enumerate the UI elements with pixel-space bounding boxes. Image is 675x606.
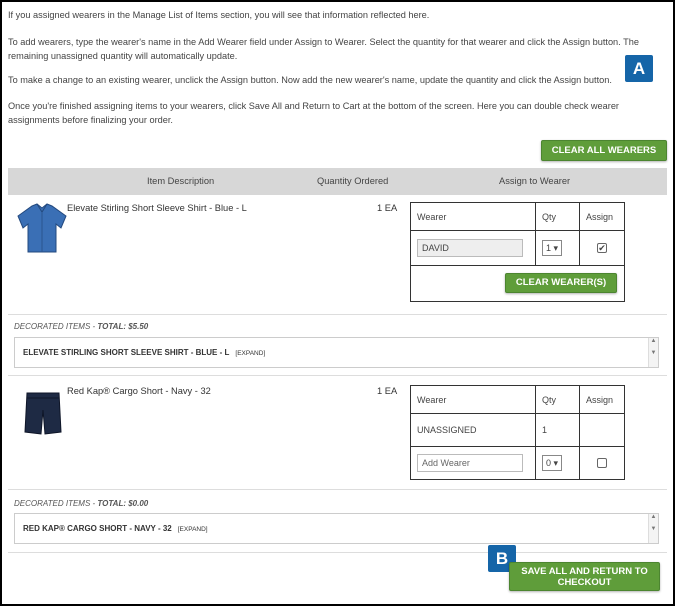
assign-checkbox[interactable]: [597, 458, 607, 469]
assign-header: Assign: [579, 202, 625, 231]
scrollbar[interactable]: ▲ ▼: [648, 514, 658, 543]
intro-paragraph-4: Once you're finished assigning items to …: [8, 101, 619, 125]
assign-header: Assign: [579, 385, 625, 414]
expand-link[interactable]: [EXPAND]: [235, 350, 265, 357]
assign-table: Wearer Qty Assign UNASSIGNED 1 Add Weare…: [410, 385, 625, 480]
add-wearer-input[interactable]: Add Wearer: [417, 454, 523, 472]
divider: [8, 314, 667, 315]
divider: [8, 375, 667, 376]
save-all-return-button[interactable]: SAVE ALL AND RETURN TO CHECKOUT: [509, 562, 660, 591]
column-assign-to-wearer: Assign to Wearer: [499, 176, 571, 186]
divider: [8, 552, 667, 553]
page-frame: If you assigned wearers in the Manage Li…: [2, 2, 673, 604]
intro-paragraph-2: To add wearers, type the wearer's name i…: [8, 37, 639, 61]
assign-checkbox[interactable]: ✔: [597, 243, 607, 254]
item-title[interactable]: Elevate Stirling Short Sleeve Shirt - Bl…: [67, 203, 247, 213]
decorated-items-label: DECORATED ITEMS - TOTAL: $5.50: [14, 322, 149, 331]
items-table-header: Item Description Quantity Ordered Assign…: [8, 168, 667, 195]
scrollbar[interactable]: ▲ ▼: [648, 338, 658, 367]
decorated-items-box[interactable]: RED KAP® CARGO SHORT - NAVY - 32 [EXPAND]…: [14, 513, 659, 544]
column-item-description: Item Description: [147, 176, 215, 186]
expand-link[interactable]: [EXPAND]: [178, 526, 208, 533]
intro-paragraph-3: To make a change to an existing wearer, …: [8, 75, 612, 85]
quantity-ordered: 1 EA: [377, 203, 398, 213]
column-quantity-ordered: Quantity Ordered: [317, 176, 389, 186]
shorts-image: [24, 392, 62, 435]
callout-badge-a: A: [625, 55, 653, 82]
decorated-item-name: RED KAP® CARGO SHORT - NAVY - 32 [EXPAND]: [23, 524, 208, 533]
shirt-image: [17, 203, 67, 253]
qty-select[interactable]: 0 ▾: [542, 455, 563, 471]
item-title[interactable]: Red Kap® Cargo Short - Navy - 32: [67, 386, 211, 396]
clear-all-wearers-button[interactable]: CLEAR ALL WEARERS: [541, 140, 667, 161]
quantity-ordered: 1 EA: [377, 386, 398, 396]
intro-paragraph-1: If you assigned wearers in the Manage Li…: [8, 10, 430, 20]
wearer-input[interactable]: DAVID: [417, 239, 523, 257]
clear-wearers-button[interactable]: CLEAR WEARER(S): [505, 273, 617, 293]
qty-header: Qty: [535, 385, 580, 414]
qty-header: Qty: [535, 202, 580, 231]
decorated-items-box[interactable]: ELEVATE STIRLING SHORT SLEEVE SHIRT - BL…: [14, 337, 659, 368]
unassigned-label: UNASSIGNED: [410, 413, 536, 447]
wearer-header: Wearer: [410, 202, 536, 231]
unassigned-qty: 1: [535, 413, 580, 447]
decorated-items-label: DECORATED ITEMS - TOTAL: $0.00: [14, 499, 149, 508]
divider: [8, 489, 667, 490]
wearer-header: Wearer: [410, 385, 536, 414]
decorated-item-name: ELEVATE STIRLING SHORT SLEEVE SHIRT - BL…: [23, 348, 266, 357]
qty-select[interactable]: 1 ▾: [542, 240, 563, 256]
